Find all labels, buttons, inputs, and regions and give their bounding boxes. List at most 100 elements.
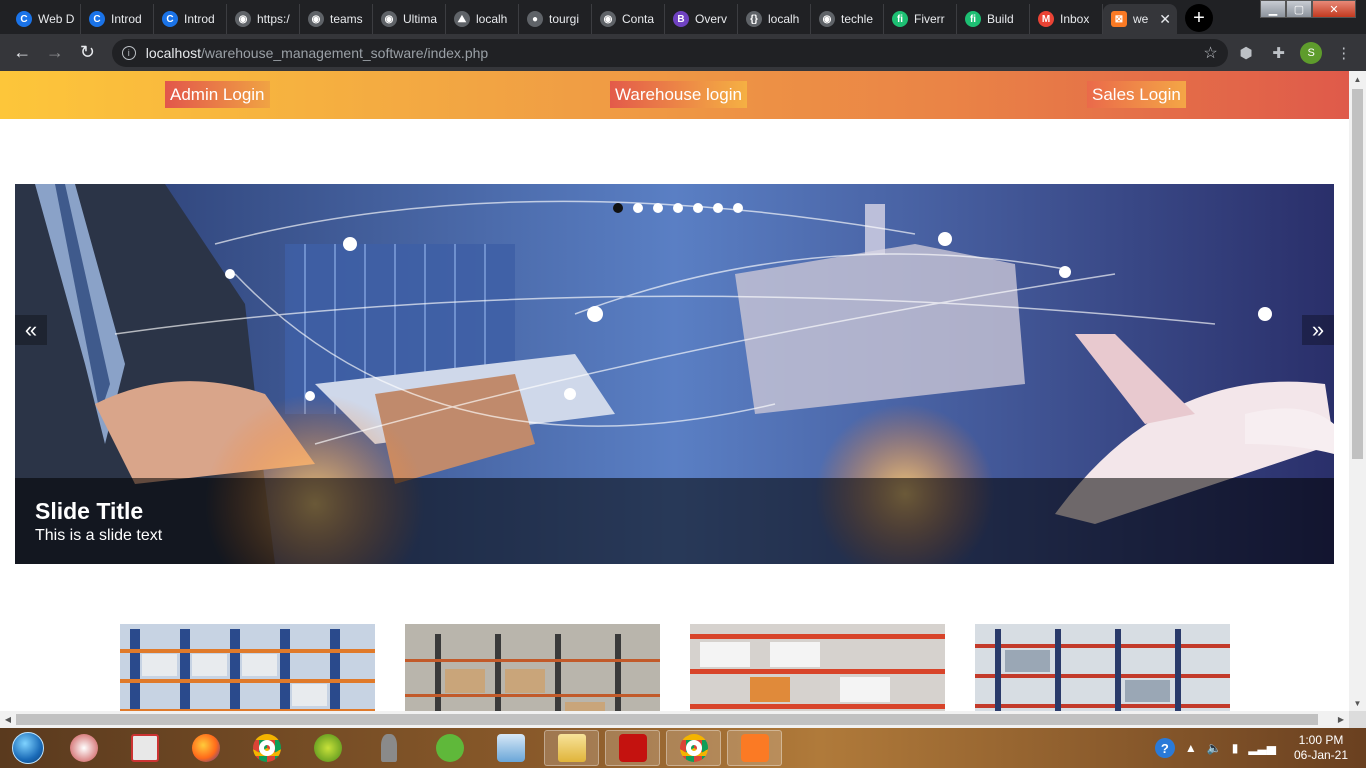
browser-tab[interactable]: ● tourgi: [519, 4, 592, 34]
browser-tab[interactable]: C Introd: [154, 4, 227, 34]
browser-tab[interactable]: B Overv: [665, 4, 738, 34]
slide-indicator-6[interactable]: [713, 203, 723, 213]
help-icon[interactable]: ?: [1154, 738, 1175, 758]
vertical-scrollbar[interactable]: ▲ ▼: [1349, 71, 1366, 711]
slide-indicator-1[interactable]: [613, 203, 623, 213]
minimize-button[interactable]: ▁: [1260, 0, 1286, 18]
fiverr-icon: fi: [965, 11, 981, 27]
maximize-button[interactable]: ▢: [1286, 0, 1312, 18]
system-clock[interactable]: 1:00 PM 06-Jan-21: [1286, 733, 1356, 763]
browser-tab[interactable]: fi Fiverr: [884, 4, 957, 34]
extensions-puzzle-icon[interactable]: ✚: [1264, 38, 1293, 68]
c-icon: C: [162, 11, 178, 27]
tab-title: Inbox: [1060, 12, 1090, 26]
power-icon[interactable]: ▮: [1232, 741, 1239, 755]
new-tab-button[interactable]: +: [1185, 4, 1213, 32]
horizontal-scroll-thumb[interactable]: [16, 714, 1318, 725]
tab-strip: C Web D C Introd C Introd ◉ https:/ ◉ teams ◉ Ultim…: [0, 0, 1366, 34]
tab-title: we: [1133, 12, 1149, 26]
slide-indicator-7[interactable]: [733, 203, 743, 213]
close-window-button[interactable]: ✕: [1312, 0, 1356, 18]
warehouse-image-3[interactable]: [690, 624, 945, 711]
browser-tab[interactable]: C Introd: [81, 4, 154, 34]
browser-tab[interactable]: C Web D: [8, 4, 81, 34]
vertical-scroll-thumb[interactable]: [1352, 89, 1363, 459]
site-info-icon[interactable]: i: [121, 45, 136, 60]
prev-slide-button[interactable]: «: [15, 315, 47, 345]
browser-tab[interactable]: ◉ Conta: [592, 4, 665, 34]
taskbar-checklist-app[interactable]: [117, 730, 172, 766]
horizontal-scrollbar[interactable]: ◀ ▶: [0, 711, 1349, 728]
browser-tab[interactable]: ⛰ localh: [446, 4, 519, 34]
network-icon[interactable]: ▂▃▅: [1248, 741, 1276, 755]
taskbar-chameleon-app[interactable]: [300, 730, 355, 766]
browser-tab[interactable]: ◉ techle: [811, 4, 884, 34]
browser-tab[interactable]: ◉ Ultima: [373, 4, 446, 34]
sales-login-link[interactable]: Sales Login: [1087, 81, 1186, 108]
start-button[interactable]: [6, 728, 50, 768]
scroll-up-arrow-icon[interactable]: ▲: [1349, 71, 1366, 87]
reload-button[interactable]: ↻: [73, 38, 102, 68]
close-tab-icon[interactable]: ✕: [1159, 11, 1171, 28]
taskbar-feather-app[interactable]: [361, 730, 416, 766]
menu-kebab-icon[interactable]: ⋮: [1329, 38, 1358, 68]
top-navigation: Admin Login Warehouse login Sales Login: [0, 71, 1349, 119]
warehouse-gallery: [120, 624, 1230, 711]
bookmark-star-icon[interactable]: ☆: [1203, 43, 1217, 63]
taskbar-snipping-tool[interactable]: [56, 730, 111, 766]
firefox-icon: [191, 734, 220, 762]
tab-title: Web D: [38, 12, 74, 26]
scroll-left-arrow-icon[interactable]: ◀: [0, 711, 16, 728]
slide-indicator-3[interactable]: [653, 203, 663, 213]
warehouse-login-link[interactable]: Warehouse login: [610, 81, 747, 108]
browser-tab[interactable]: ◉ https:/: [227, 4, 300, 34]
forward-button[interactable]: →: [41, 38, 70, 68]
taskbar-chrome-open[interactable]: [666, 730, 721, 766]
warehouse-image-4[interactable]: [975, 624, 1230, 711]
tab-title: Introd: [184, 12, 215, 26]
address-bar[interactable]: i localhost/warehouse_management_softwar…: [111, 38, 1228, 67]
globe-icon: ◉: [819, 11, 835, 27]
tab-title: Build: [987, 12, 1014, 26]
back-button[interactable]: ←: [8, 38, 37, 68]
warehouse-image-2[interactable]: [405, 624, 660, 711]
next-slide-button[interactable]: »: [1302, 315, 1334, 345]
cube-icon: [496, 734, 525, 762]
taskbar-file-explorer[interactable]: [544, 730, 599, 766]
browser-tab[interactable]: fi Build: [957, 4, 1030, 34]
browser-tab[interactable]: {} localh: [738, 4, 811, 34]
clock-time: 1:00 PM: [1298, 733, 1344, 747]
tab-title: localh: [476, 12, 508, 26]
extension-cube-icon[interactable]: ⬢: [1232, 38, 1261, 68]
chrome-icon: [679, 734, 708, 762]
feather-icon: [380, 734, 397, 762]
show-hidden-icons-icon[interactable]: ▲: [1185, 741, 1197, 755]
chrome-icon: [252, 734, 281, 762]
braces-icon: {}: [746, 11, 762, 27]
browser-tab-active[interactable]: ⊠ we ✕: [1103, 4, 1177, 34]
taskbar-xampp[interactable]: [727, 730, 782, 766]
taskbar-acrobat[interactable]: [605, 730, 660, 766]
warehouse-image-1[interactable]: [120, 624, 375, 711]
slide-indicator-5[interactable]: [693, 203, 703, 213]
browser-tab[interactable]: ◉ teams: [300, 4, 373, 34]
taskbar-firefox[interactable]: [178, 730, 233, 766]
chat-icon: ●: [527, 11, 543, 27]
xampp-icon: [740, 734, 769, 762]
taskbar-utorrent[interactable]: [422, 730, 477, 766]
volume-icon[interactable]: 🔈: [1207, 741, 1222, 755]
taskbar-virtualbox[interactable]: [483, 730, 538, 766]
profile-button[interactable]: S: [1297, 38, 1326, 68]
taskbar-chrome[interactable]: [239, 730, 294, 766]
scroll-down-arrow-icon[interactable]: ▼: [1349, 695, 1366, 711]
slide-indicator-4[interactable]: [673, 203, 683, 213]
mountain-icon: ⛰: [454, 11, 470, 27]
globe-icon: ◉: [308, 11, 324, 27]
browser-toolbar: ← → ↻ i localhost/warehouse_management_s…: [0, 34, 1366, 71]
b-icon: B: [673, 11, 689, 27]
browser-tab[interactable]: M Inbox: [1030, 4, 1103, 34]
admin-login-link[interactable]: Admin Login: [165, 81, 270, 108]
image-slider: « » Slide Title This is a slide text: [15, 184, 1334, 564]
scroll-right-arrow-icon[interactable]: ▶: [1333, 711, 1349, 728]
slide-indicator-2[interactable]: [633, 203, 643, 213]
